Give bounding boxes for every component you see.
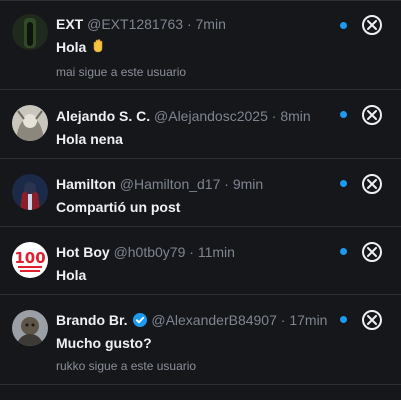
svg-text:100: 100 <box>14 249 45 267</box>
unread-dot-icon <box>340 316 347 323</box>
user-name[interactable]: Hamilton <box>56 176 116 192</box>
dismiss-button[interactable] <box>362 15 382 35</box>
follow-context: rukko sigue a este usuario <box>56 359 197 373</box>
avatar[interactable] <box>12 174 48 210</box>
close-icon <box>367 179 377 189</box>
dismiss-button[interactable] <box>362 242 382 262</box>
verified-badge-icon <box>133 313 148 327</box>
notification-item[interactable]: EXT @EXT1281763 · 7min Hola mai sigue a … <box>0 0 401 90</box>
user-name[interactable]: Brando Br. <box>56 312 128 328</box>
user-name[interactable]: Alejando S. C. <box>56 108 150 124</box>
notification-content: Alejando S. C. @Alejandosc2025 · 8min Ho… <box>56 107 341 148</box>
user-handle[interactable]: @EXT1281763 <box>87 16 183 32</box>
timestamp: · 17min <box>280 312 328 328</box>
message-text: Hola <box>56 267 87 283</box>
header-line: Hamilton @Hamilton_d17 · 9min <box>56 175 341 193</box>
close-icon <box>367 247 377 257</box>
notification-item[interactable]: Alejando S. C. @Alejandosc2025 · 8min Ho… <box>0 90 401 159</box>
notification-item[interactable]: Brando Br. @AlexanderB84907 · 17min Much… <box>0 295 401 385</box>
header-line: EXT @EXT1281763 · 7min <box>56 15 341 33</box>
header-line: Brando Br. @AlexanderB84907 · 17min <box>56 311 341 329</box>
header-line: Hot Boy @h0tb0y79 · 11min <box>56 243 341 261</box>
user-handle[interactable]: @Alejandosc2025 <box>154 108 268 124</box>
unread-dot-icon <box>340 111 347 118</box>
close-icon <box>367 315 377 325</box>
notification-content: Brando Br. @AlexanderB84907 · 17min Much… <box>56 311 341 374</box>
notification-list: EXT @EXT1281763 · 7min Hola mai sigue a … <box>0 0 401 400</box>
user-handle[interactable]: @h0tb0y79 <box>114 244 186 260</box>
message-body: Hola <box>56 39 87 55</box>
message-text: Mucho gusto? <box>56 335 152 351</box>
user-handle[interactable]: @AlexanderB84907 <box>151 312 277 328</box>
header-line: Alejando S. C. @Alejandosc2025 · 8min <box>56 107 341 125</box>
user-handle[interactable]: @Hamilton_d17 <box>120 176 221 192</box>
avatar[interactable] <box>12 310 48 346</box>
dismiss-button[interactable] <box>362 105 382 125</box>
message-text: Compartió un post <box>56 199 181 215</box>
timestamp: · 8min <box>271 108 311 124</box>
avatar[interactable] <box>12 105 48 141</box>
notification-content: Hot Boy @h0tb0y79 · 11min Hola <box>56 243 341 284</box>
follow-context: mai sigue a este usuario <box>56 65 187 79</box>
message-text: Hola nena <box>56 131 123 147</box>
message-text: Hola <box>56 38 341 58</box>
unread-dot-icon <box>340 180 347 187</box>
user-name[interactable]: EXT <box>56 16 83 32</box>
unread-dot-icon <box>340 248 347 255</box>
notification-content: EXT @EXT1281763 · 7min Hola mai sigue a … <box>56 15 341 80</box>
close-icon <box>367 110 377 120</box>
notification-item[interactable]: 100 Hot Boy @h0tb0y79 · 11min Hola <box>0 227 401 295</box>
close-icon <box>367 20 377 30</box>
timestamp: · 7min <box>186 16 226 32</box>
notification-item[interactable]: Hamilton @Hamilton_d17 · 9min Compartió … <box>0 159 401 227</box>
avatar[interactable] <box>12 14 48 50</box>
dismiss-button[interactable] <box>362 174 382 194</box>
waving-hand-icon <box>90 38 106 58</box>
unread-dot-icon <box>340 22 347 29</box>
user-name[interactable]: Hot Boy <box>56 244 110 260</box>
timestamp: · 9min <box>224 176 264 192</box>
dismiss-button[interactable] <box>362 310 382 330</box>
notification-content: Hamilton @Hamilton_d17 · 9min Compartió … <box>56 175 341 216</box>
avatar[interactable]: 100 <box>12 242 48 278</box>
timestamp: · 11min <box>189 244 235 260</box>
